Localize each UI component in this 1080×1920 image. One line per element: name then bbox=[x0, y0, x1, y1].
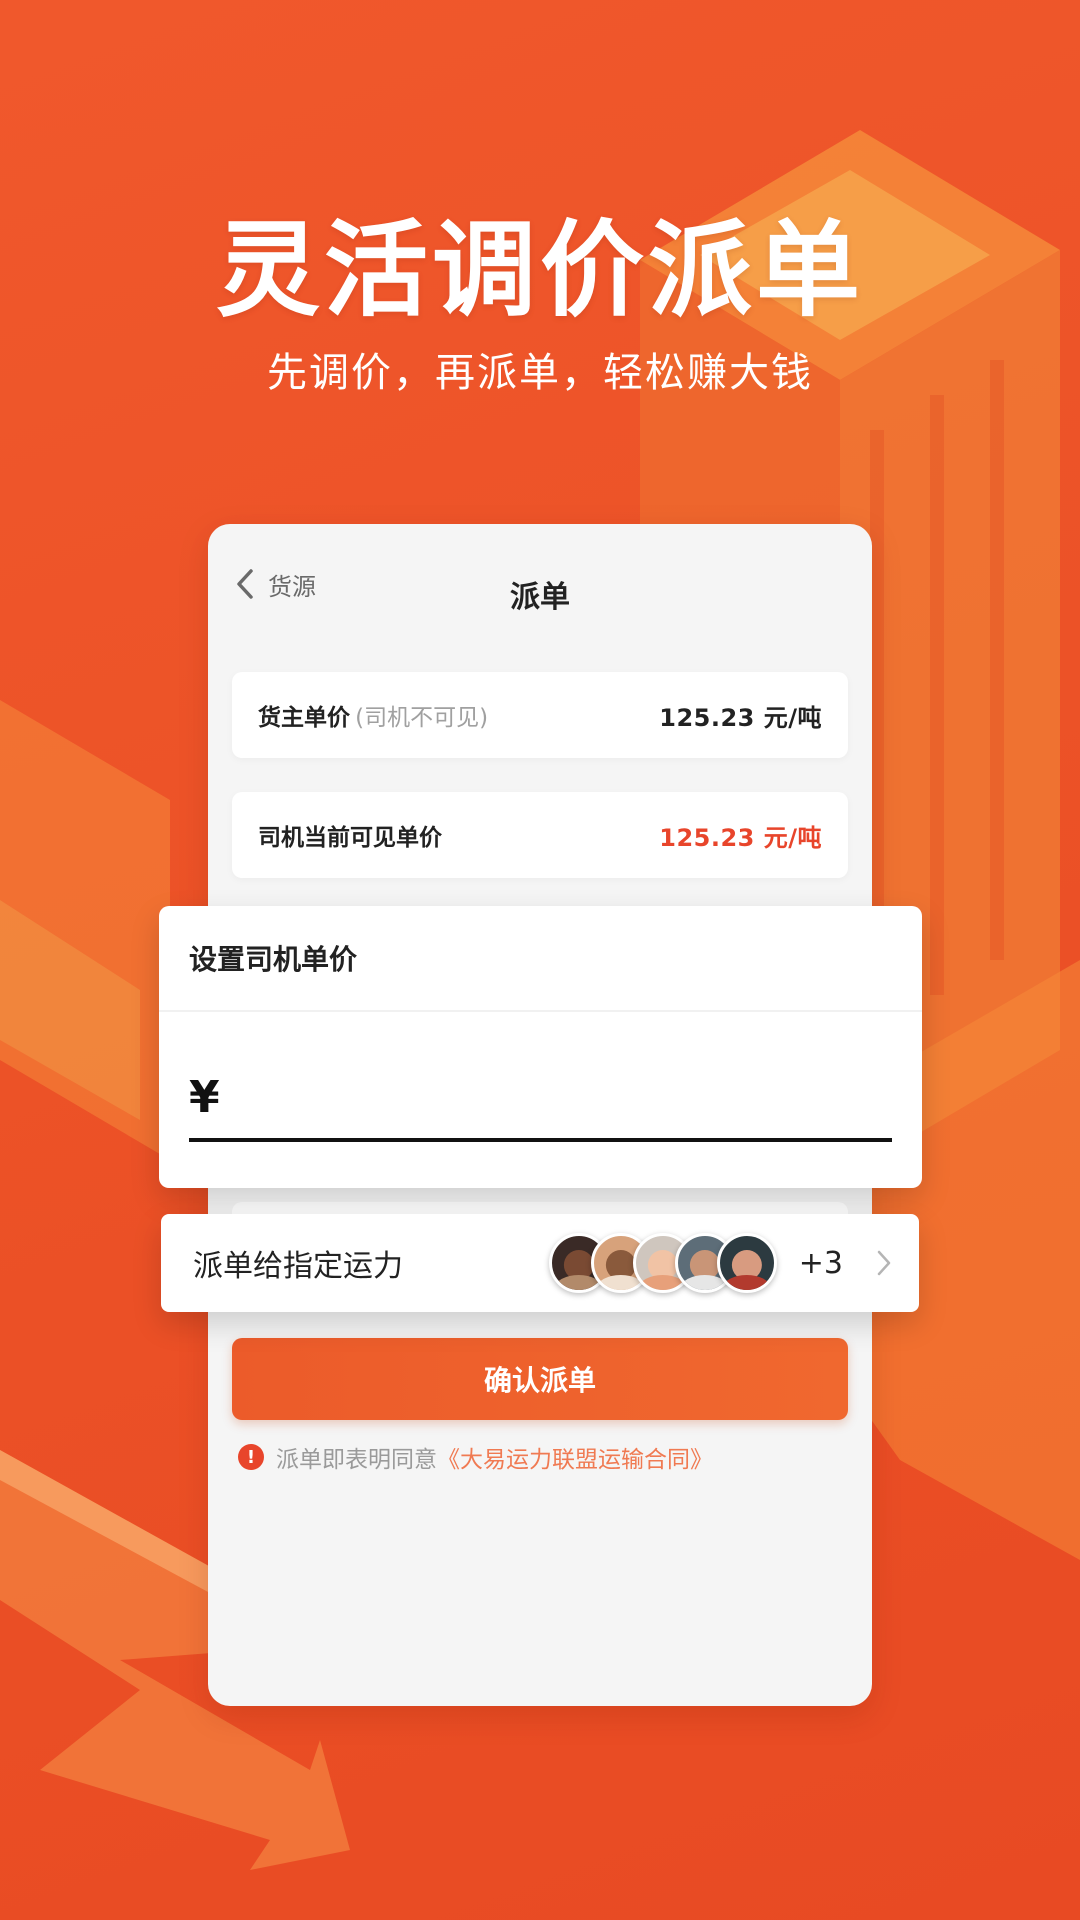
page-title: 派单 bbox=[510, 580, 570, 615]
hero-subtitle: 先调价，再派单，轻松赚大钱 bbox=[267, 350, 813, 396]
driver-price-popup: 设置司机单价 ¥ bbox=[159, 906, 922, 1188]
avatar-group bbox=[548, 1233, 777, 1293]
nav-bar: 货源 派单 bbox=[208, 524, 872, 624]
driver-price-label: 司机当前可见单价 bbox=[258, 825, 442, 851]
exclamation-circle-icon: ! bbox=[238, 1444, 264, 1470]
price-input-group: ¥ bbox=[189, 1056, 892, 1142]
owner-price-value: 125.23 元/吨 bbox=[659, 703, 822, 732]
confirm-dispatch-button[interactable]: 确认派单 bbox=[232, 1338, 848, 1420]
owner-price-label: 货主单价 bbox=[258, 705, 350, 731]
driver-price-input[interactable] bbox=[233, 1062, 892, 1132]
popup-title: 设置司机单价 bbox=[159, 906, 922, 1012]
agreement-notice: ! 派单即表明同意 《大易运力联盟运输合同》 bbox=[238, 1440, 713, 1474]
chevron-right-icon bbox=[877, 1250, 891, 1276]
owner-price-note: (司机不可见) bbox=[355, 705, 489, 731]
assign-capacity-row[interactable]: 派单给指定运力 +3 bbox=[161, 1214, 919, 1312]
hero-title: 灵活调价派单 bbox=[215, 209, 864, 331]
assign-capacity-label: 派单给指定运力 bbox=[193, 1249, 403, 1284]
owner-price-label-group: 货主单价 (司机不可见) bbox=[258, 698, 488, 732]
more-count: +3 bbox=[798, 1245, 843, 1281]
driver-price-row: 司机当前可见单价 125.23 元/吨 bbox=[232, 792, 848, 878]
contract-link[interactable]: 《大易运力联盟运输合同》 bbox=[437, 1440, 713, 1474]
driver-price-value: 125.23 元/吨 bbox=[659, 823, 822, 852]
agreement-prefix: 派单即表明同意 bbox=[276, 1447, 437, 1473]
avatar bbox=[716, 1233, 777, 1293]
currency-symbol: ¥ bbox=[189, 1071, 220, 1123]
owner-price-row: 货主单价 (司机不可见) 125.23 元/吨 bbox=[232, 672, 848, 758]
